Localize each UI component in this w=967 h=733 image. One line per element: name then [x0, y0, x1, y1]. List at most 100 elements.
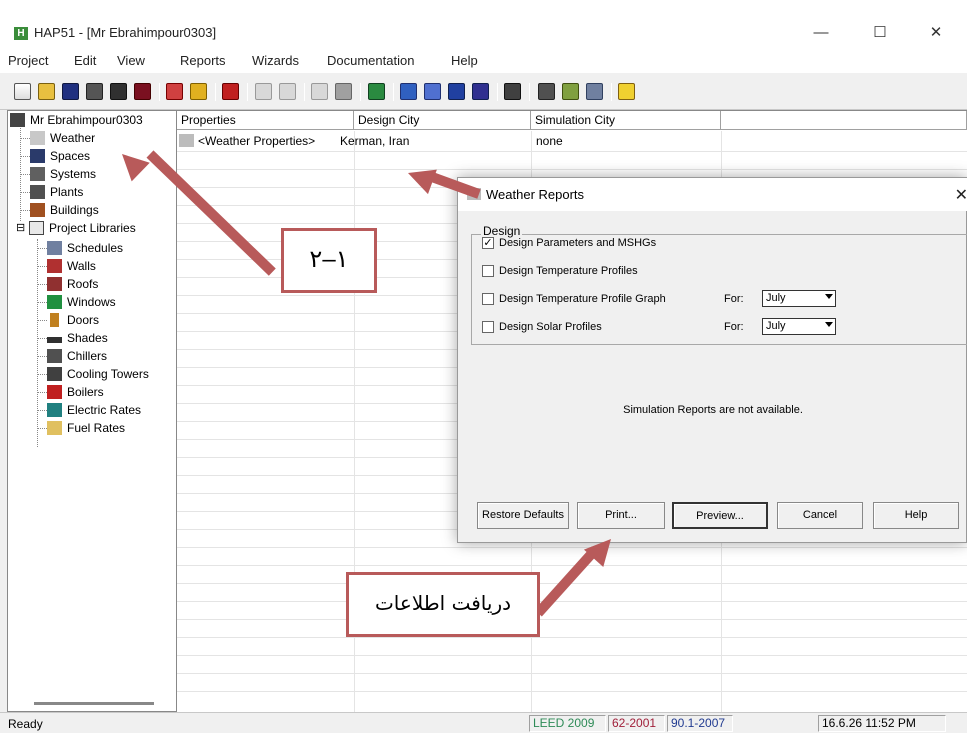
- checkbox-box[interactable]: [482, 265, 494, 277]
- solar-month-select[interactable]: July: [762, 318, 836, 335]
- help-button[interactable]: Help: [873, 502, 959, 529]
- menu-documentation[interactable]: Documentation: [327, 53, 414, 68]
- open-project-icon[interactable]: [38, 83, 55, 100]
- window-title: HAP51 - [Mr Ebrahimpour0303]: [34, 25, 217, 40]
- edit-icon[interactable]: [311, 83, 328, 100]
- title-bar: H HAP51 - [Mr Ebrahimpour0303] — ☐ ✕: [0, 0, 967, 48]
- close-button[interactable]: ✕: [913, 18, 959, 48]
- dialog-close-icon[interactable]: ✕: [955, 185, 967, 205]
- weather-properties-icon: [179, 134, 194, 147]
- row-gridline: [177, 169, 967, 170]
- tree-connector: [20, 138, 30, 139]
- tree-connector: [37, 248, 47, 249]
- menu-help[interactable]: Help: [451, 53, 478, 68]
- buildings-icon: [30, 203, 45, 217]
- cancel-button[interactable]: Cancel: [777, 502, 863, 529]
- weather-icon[interactable]: [368, 83, 385, 100]
- fuel-rates-icon: [47, 421, 62, 435]
- retrieve-icon[interactable]: [134, 83, 151, 100]
- tree-connector: [37, 356, 47, 357]
- toolbar-separator: [215, 83, 216, 101]
- column-header-simulation-city[interactable]: Simulation City: [531, 111, 721, 130]
- tree-connector: [37, 320, 47, 321]
- delete-icon[interactable]: [279, 83, 296, 100]
- print-icon[interactable]: [586, 83, 603, 100]
- weather-reports-dialog: Weather Reports ✕ Design ✓ Design Parame…: [457, 177, 967, 543]
- systems-view-icon[interactable]: [424, 83, 441, 100]
- open-item-icon[interactable]: [190, 83, 207, 100]
- project-tree: Mr Ebrahimpour0303 Weather Spaces System…: [7, 110, 177, 712]
- doors-icon: [50, 313, 59, 327]
- toolbar: [0, 73, 967, 110]
- new-project-icon[interactable]: [14, 83, 31, 100]
- row-gridline: [177, 619, 967, 620]
- minimize-button[interactable]: —: [798, 18, 844, 48]
- toolbar-separator: [159, 83, 160, 101]
- tree-connector: [37, 392, 47, 393]
- toolbar-separator: [304, 83, 305, 101]
- dropdown-arrow-icon[interactable]: [825, 322, 833, 327]
- status-bar: Ready LEED 2009 62-2001 90.1-2007 16.6.2…: [0, 712, 967, 733]
- properties-icon[interactable]: [222, 83, 239, 100]
- column-header-properties[interactable]: Properties: [177, 111, 354, 130]
- dropdown-arrow-icon[interactable]: [825, 294, 833, 299]
- menu-reports[interactable]: Reports: [180, 53, 226, 68]
- calculate-icon[interactable]: [335, 83, 352, 100]
- tree-connector: [20, 210, 30, 211]
- restore-defaults-button[interactable]: Restore Defaults: [477, 502, 569, 529]
- details-view-icon[interactable]: [472, 83, 489, 100]
- check-mark-icon[interactable]: ✓: [482, 237, 494, 249]
- annotation-label-1: ۲–۱: [281, 228, 377, 293]
- print-button[interactable]: Print...: [577, 502, 665, 529]
- help-question-icon[interactable]: [618, 83, 635, 100]
- collapse-expander-icon[interactable]: ⊟: [16, 219, 25, 237]
- tree-horizontal-scrollbar[interactable]: [34, 702, 154, 705]
- menu-view[interactable]: View: [117, 53, 145, 68]
- tree-connector: [37, 266, 47, 267]
- list-view-icon[interactable]: [448, 83, 465, 100]
- calculator-icon[interactable]: [504, 83, 521, 100]
- plants-icon: [30, 185, 45, 199]
- menu-wizards[interactable]: Wizards: [252, 53, 299, 68]
- archive-icon[interactable]: [110, 83, 127, 100]
- tree-connector: [37, 374, 47, 375]
- menu-project[interactable]: Project: [8, 53, 48, 68]
- row-gridline: [177, 547, 967, 548]
- windows-icon: [47, 295, 62, 309]
- save-project-icon[interactable]: [62, 83, 79, 100]
- shades-icon: [47, 337, 62, 343]
- copy-icon[interactable]: [255, 83, 272, 100]
- tree-connector: [20, 156, 30, 157]
- column-header-empty: [721, 111, 967, 130]
- boilers-icon: [47, 385, 62, 399]
- checkbox-box[interactable]: [482, 321, 494, 333]
- chart-icon[interactable]: [562, 83, 579, 100]
- toolbar-separator: [393, 83, 394, 101]
- tree-connector: [37, 338, 47, 339]
- menu-edit[interactable]: Edit: [74, 53, 96, 68]
- dialog-title-bar: Weather Reports ✕: [458, 178, 967, 211]
- report-icon[interactable]: [538, 83, 555, 100]
- hap-app-icon[interactable]: H: [14, 27, 28, 40]
- graph-month-select[interactable]: July: [762, 290, 836, 307]
- tree-connector: [20, 174, 30, 175]
- status-leed: LEED 2009: [529, 715, 606, 732]
- library-icon[interactable]: [86, 83, 103, 100]
- row-gridline: [177, 583, 967, 584]
- status-datetime: 16.6.26 11:52 PM: [818, 715, 946, 732]
- for-label: For:: [724, 293, 744, 305]
- maximize-button[interactable]: ☐: [857, 18, 903, 48]
- checkbox-box[interactable]: [482, 293, 494, 305]
- selected-month: July: [766, 292, 786, 304]
- preview-button[interactable]: Preview...: [672, 502, 768, 529]
- toolbar-separator: [360, 83, 361, 101]
- walls-icon: [47, 259, 62, 273]
- column-header-design-city[interactable]: Design City: [354, 111, 531, 130]
- tree-connector: [20, 125, 21, 221]
- simulation-note: Simulation Reports are not available.: [623, 404, 803, 416]
- for-label: For:: [724, 321, 744, 333]
- spaces-view-icon[interactable]: [400, 83, 417, 100]
- new-item-icon[interactable]: [166, 83, 183, 100]
- row-gridline: [177, 637, 967, 638]
- selected-month: July: [766, 320, 786, 332]
